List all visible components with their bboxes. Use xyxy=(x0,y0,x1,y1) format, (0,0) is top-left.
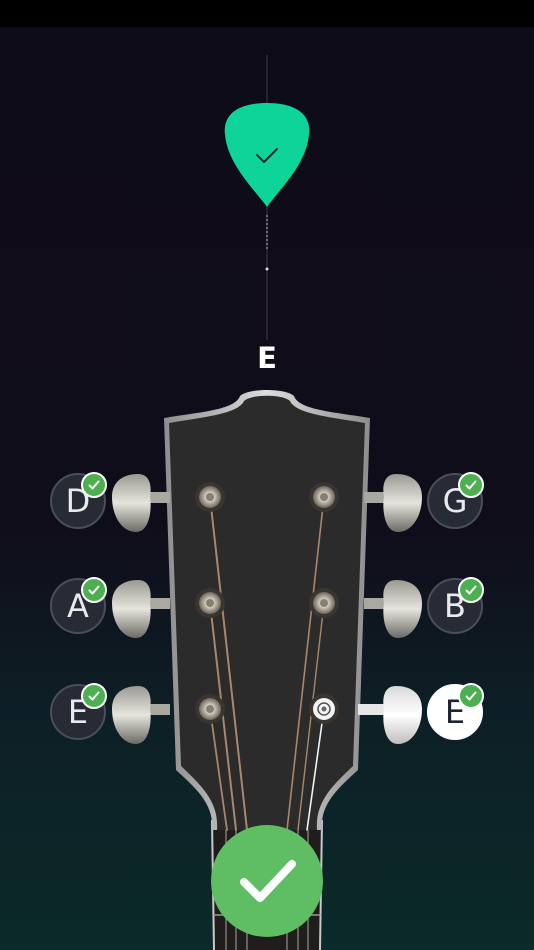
left-tuning-pegs xyxy=(112,474,170,744)
done-button[interactable] xyxy=(211,825,323,937)
check-icon xyxy=(81,472,107,498)
tuner-needle-dot xyxy=(265,267,269,271)
right-tuning-pegs xyxy=(358,474,422,744)
guitar-pick-icon xyxy=(224,103,310,207)
checkmark-icon xyxy=(240,860,296,902)
check-icon xyxy=(458,577,484,603)
check-icon xyxy=(81,683,107,709)
check-icon xyxy=(458,683,484,709)
current-note-label: E xyxy=(257,341,277,375)
check-icon xyxy=(81,577,107,603)
guitar-headstock xyxy=(164,390,370,830)
check-icon xyxy=(458,472,484,498)
